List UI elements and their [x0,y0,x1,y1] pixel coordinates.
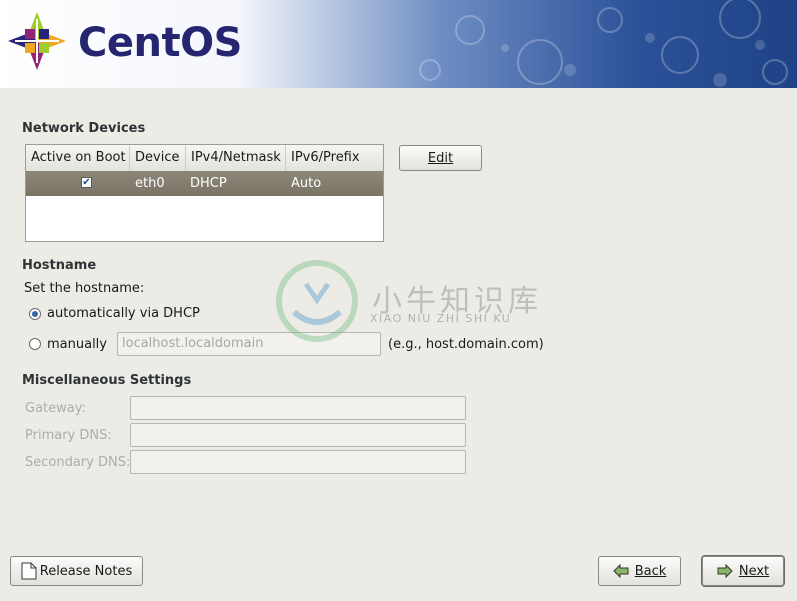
watermark-pinyin-text: XIAO NIU ZHI SHI KU [370,312,512,325]
ipv6-cell: Auto [291,176,322,191]
active-on-boot-checkbox[interactable]: ✔ [81,177,92,188]
gateway-label: Gateway: [25,401,86,416]
brand-name: CentOS [78,20,242,66]
misc-settings-title: Miscellaneous Settings [22,373,192,388]
primary-dns-label: Primary DNS: [25,428,112,443]
device-cell: eth0 [135,176,165,191]
hostname-auto-radio[interactable] [29,308,41,320]
column-header-ipv6[interactable]: IPv6/Prefix [286,145,383,171]
column-header-device[interactable]: Device [130,145,186,171]
release-notes-label: Release Notes [39,563,133,579]
column-header-active-on-boot[interactable]: Active on Boot [26,145,130,171]
secondary-dns-input[interactable] [130,450,466,474]
table-header: Active on Boot Device IPv4/Netmask IPv6/… [26,145,383,172]
hostname-hint: (e.g., host.domain.com) [388,337,544,352]
hostname-title: Hostname [22,258,97,273]
next-label: Next [738,563,770,579]
primary-dns-input[interactable] [130,423,466,447]
arrow-right-icon [717,564,733,578]
document-icon [21,562,37,580]
network-devices-table: Active on Boot Device IPv4/Netmask IPv6/… [25,144,384,242]
column-header-ipv4[interactable]: IPv4/Netmask [186,145,286,171]
centos-logo-icon [8,12,66,70]
hostname-manual-label[interactable]: manually [47,337,107,352]
ipv4-cell: DHCP [190,176,227,191]
hostname-manual-radio[interactable] [29,338,41,350]
hostname-auto-label[interactable]: automatically via DHCP [47,306,200,321]
network-devices-title: Network Devices [22,121,146,136]
edit-button[interactable]: Edit [399,145,482,171]
secondary-dns-label: Secondary DNS: [25,455,131,470]
table-row[interactable]: ✔ eth0 DHCP Auto [26,171,383,196]
release-notes-button[interactable]: Release Notes [10,556,143,586]
back-label: Back [634,563,667,579]
back-button[interactable]: Back [598,556,681,586]
next-button[interactable]: Next [702,556,784,586]
hostname-prompt: Set the hostname: [24,281,145,296]
arrow-left-icon [613,564,629,578]
gateway-input[interactable] [130,396,466,420]
watermark-logo-icon [276,260,358,342]
edit-button-label: Edit [427,150,454,166]
header-banner: CentOS [0,0,797,88]
